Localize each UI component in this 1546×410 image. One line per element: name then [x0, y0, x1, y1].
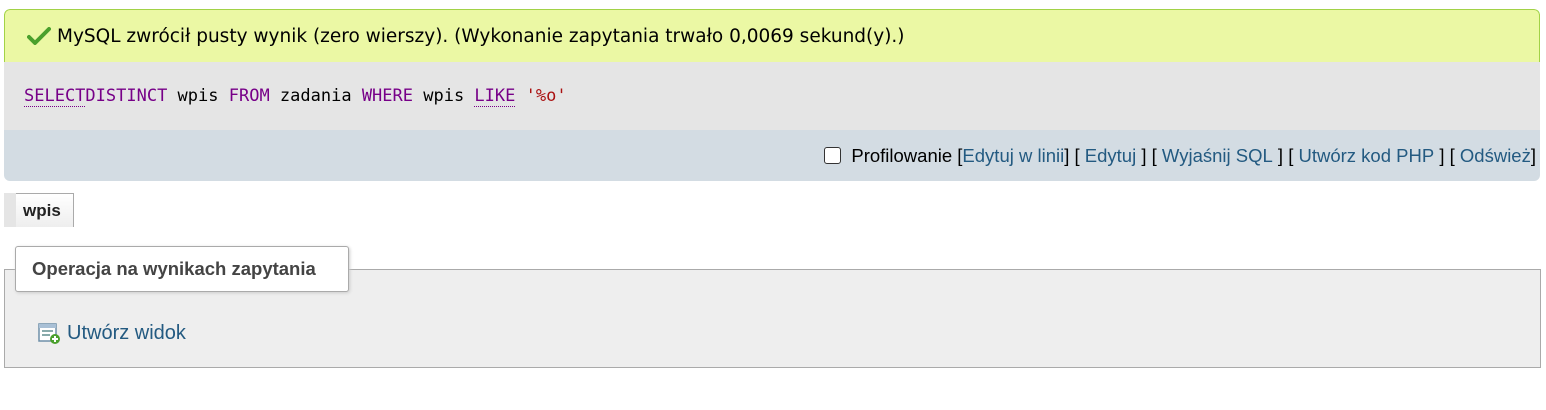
success-message-text: MySQL zwrócił pusty wynik (zero wierszy)… [57, 25, 905, 47]
profiling-label[interactable]: Profilowanie [851, 145, 952, 167]
edit-link[interactable]: Edytuj [1085, 145, 1136, 167]
sql-keyword-where: WHERE [361, 86, 413, 106]
explain-sql-link[interactable]: Wyjaśnij SQL [1162, 145, 1273, 167]
refresh-link[interactable]: Odśwież [1460, 145, 1531, 167]
success-message: MySQL zwrócił pusty wynik (zero wierszy)… [4, 9, 1540, 62]
create-view-link[interactable]: Utwórz widok [67, 322, 186, 345]
sql-keyword-distinct: DISTINCT [85, 86, 168, 106]
query-result-box: MySQL zwrócił pusty wynik (zero wierszy)… [4, 9, 1540, 181]
column-grip[interactable] [4, 193, 16, 227]
result-table-header: wpis [4, 193, 74, 227]
query-tools-bar: Profilowanie [Edytuj w linii] [ Edytuj ]… [4, 130, 1540, 181]
sql-keyword-select[interactable]: SELECT [24, 86, 86, 107]
column-header-wpis[interactable]: wpis [16, 193, 74, 227]
create-php-code-link[interactable]: Utwórz kod PHP [1298, 145, 1434, 167]
sql-keyword-from: FROM [228, 86, 270, 106]
sql-keyword-like[interactable]: LIKE [474, 86, 516, 107]
query-operations-legend: Operacja na wynikach zapytania [15, 246, 349, 292]
sql-column: wpis [413, 86, 475, 106]
success-check-icon [27, 27, 51, 45]
sql-column: wpis [167, 86, 229, 106]
sql-table: zadania [269, 86, 362, 106]
view-add-icon [38, 323, 60, 344]
profiling-checkbox[interactable] [824, 147, 842, 164]
inline-edit-link[interactable]: Edytuj w linii [962, 145, 1064, 167]
sql-query: SELECT DISTINCT wpis FROM zadania WHERE … [4, 62, 1540, 130]
create-view-action[interactable]: Utwórz widok [37, 321, 186, 345]
sql-string: '%o' [515, 86, 567, 106]
